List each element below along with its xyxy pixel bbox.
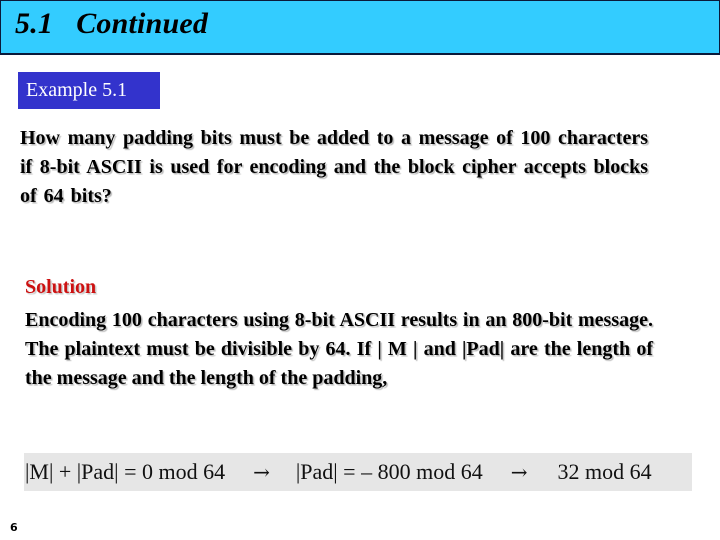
example-label-badge: Example 5.1	[18, 72, 160, 109]
solution-heading: Solution	[25, 276, 97, 298]
slide-title-bar: 5.1 Continued	[0, 0, 720, 55]
right-arrow-icon: →	[510, 460, 528, 484]
equation-part-1: |M| + |Pad| = 0 mod 64	[25, 459, 226, 484]
slide-title: 5.1 Continued	[15, 7, 209, 40]
question-text: How many padding bits must be added to a…	[20, 127, 648, 207]
equation-box: |M| + |Pad| = 0 mod 64 → |Pad| = – 800 m…	[24, 453, 692, 491]
equation-result: 32 mod 64	[557, 459, 652, 484]
equation-part-2: |Pad| = – 800 mod 64	[295, 459, 483, 484]
page-number: 6	[10, 521, 18, 534]
right-arrow-icon: →	[253, 460, 270, 484]
solution-body: Encoding 100 characters using 8-bit ASCI…	[25, 309, 653, 389]
